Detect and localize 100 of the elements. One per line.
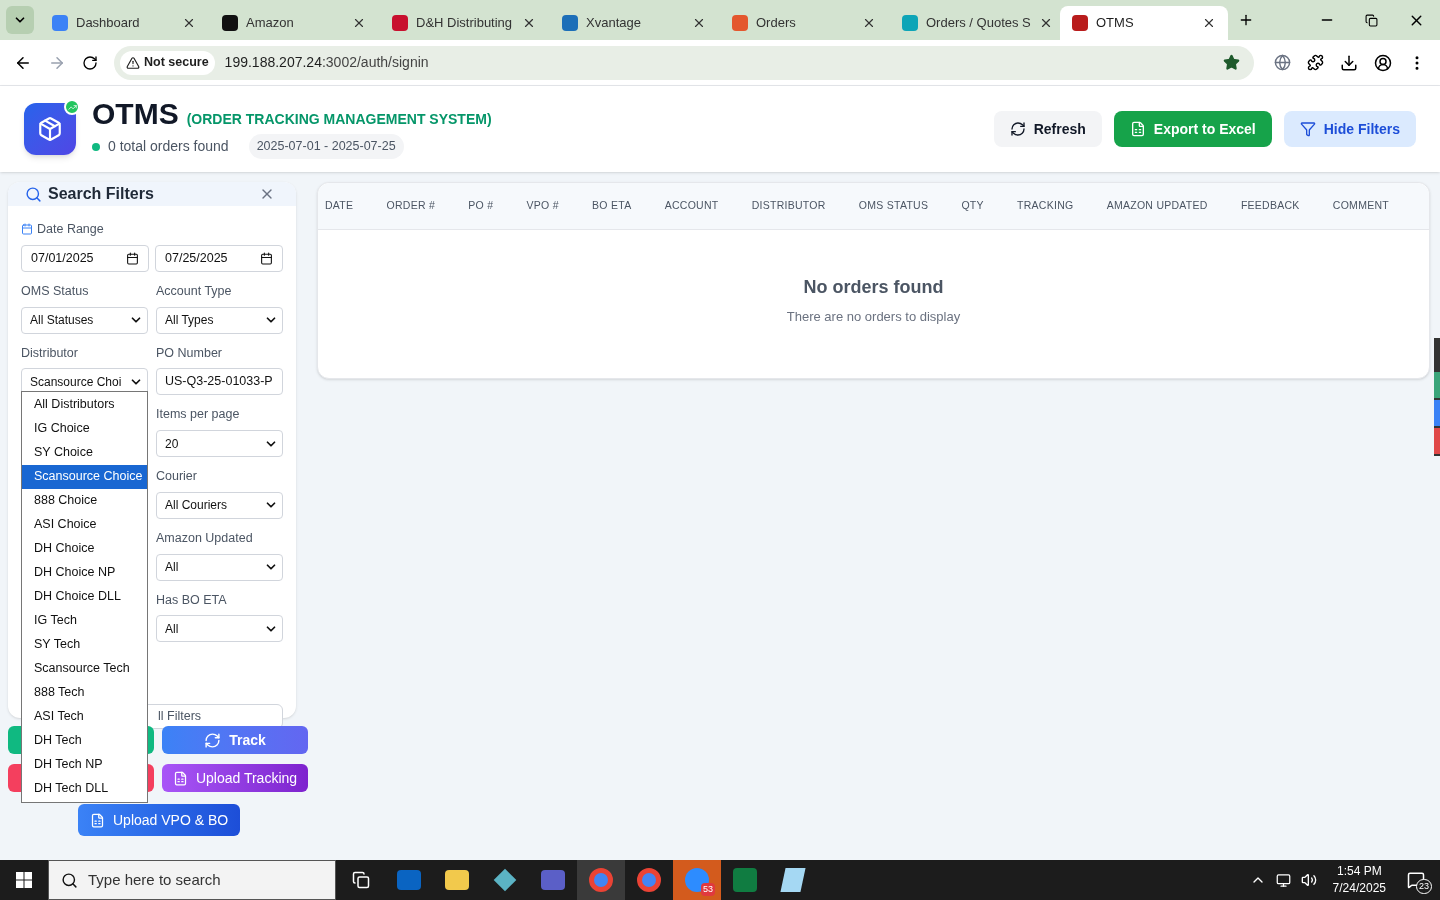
upload-tracking-button[interactable]: Upload Tracking [162, 764, 308, 792]
select-field[interactable]: All [156, 553, 283, 581]
column-header: AMAZON UPDATED [1106, 198, 1208, 214]
refresh-icon [204, 731, 222, 749]
empty-title: No orders found [803, 275, 944, 299]
security-chip[interactable]: Not secure [120, 50, 215, 75]
calendar-icon[interactable] [126, 251, 139, 265]
browser-tab[interactable]: OTMS [1060, 6, 1228, 40]
video-app-icon[interactable]: 53 [673, 860, 721, 900]
column-header: TRACKING [1017, 198, 1074, 214]
site-icon [52, 15, 68, 31]
warning-icon [126, 55, 140, 70]
close-icon[interactable] [692, 16, 706, 30]
tab-title: Orders [756, 14, 797, 33]
close-icon[interactable] [182, 16, 196, 30]
notifications-button[interactable]: 23 [1402, 866, 1430, 894]
column-header: OMS STATUS [858, 198, 929, 214]
site-icon [562, 15, 578, 31]
globe-icon[interactable] [1274, 54, 1291, 71]
field-label: Items per page [156, 406, 241, 424]
site-icon [902, 15, 918, 31]
dropdown-option[interactable]: 888 Choice [22, 488, 147, 513]
field-label: Amazon Updated [156, 529, 254, 547]
tab-title: OTMS [1096, 14, 1135, 33]
column-header: PO # [468, 198, 494, 214]
site-icon [222, 15, 238, 31]
dropdown-option[interactable]: DH Choice NP [22, 560, 147, 585]
dropdown-option[interactable]: DH Choice DLL [22, 584, 147, 609]
dropdown-option[interactable]: IG Tech [22, 608, 147, 633]
tab-title: Xvantage [586, 14, 642, 33]
reload-icon[interactable] [82, 54, 98, 71]
search-field[interactable]: Type here to search [48, 860, 336, 900]
restore-icon[interactable] [1365, 13, 1378, 27]
select-field[interactable]: All Types [156, 306, 283, 334]
field-label: Date Range [37, 221, 104, 238]
browser-app-icon[interactable] [577, 860, 625, 900]
url-text: 199.188.207.24:3002/auth/signin [224, 53, 430, 72]
dropdown-option[interactable]: DH Tech NP [22, 752, 147, 777]
select-field[interactable]: All [156, 615, 283, 643]
tab-title: Orders / Quotes S [926, 14, 1031, 33]
track-button[interactable]: Track [162, 726, 308, 754]
browser-tab[interactable]: Xvantage [550, 6, 718, 40]
column-header: DISTRIBUTOR [751, 198, 826, 214]
upload-vpo-button[interactable]: Upload VPO & BO [78, 804, 241, 836]
dropdown-option[interactable]: Scansource Choice [22, 464, 147, 489]
close-icon[interactable] [1202, 16, 1216, 30]
select-field[interactable]: All Statuses [21, 306, 148, 334]
column-header: VPO # [526, 198, 559, 214]
close-icon[interactable] [522, 16, 536, 30]
refresh-button[interactable]: Refresh [993, 111, 1102, 147]
toggle-filters-button[interactable]: Hide Filters [1283, 111, 1416, 147]
field-label: PO Number [156, 344, 223, 362]
tab-title: D&H Distributing [416, 14, 514, 33]
column-header: DATE [325, 198, 354, 214]
site-icon [732, 15, 748, 31]
calendar-icon[interactable] [260, 251, 273, 265]
address-bar[interactable]: Not secure 199.188.207.24:3002/auth/signin [114, 45, 1254, 80]
browser-tab[interactable]: Dashboard [40, 6, 208, 40]
speaker-icon[interactable] [1300, 872, 1317, 888]
new-tab-icon[interactable] [1238, 12, 1254, 28]
select-field[interactable]: All Couriers [156, 491, 283, 519]
date-field[interactable]: 07/25/2025 [155, 244, 283, 272]
dropdown-option[interactable]: Scansource Tech [22, 656, 147, 681]
field-label: Has BO ETA [156, 591, 228, 609]
refresh-icon [1009, 121, 1026, 137]
spreadsheet-icon [1129, 121, 1146, 137]
profile-icon[interactable] [1374, 53, 1392, 72]
dropdown-option[interactable]: SY Tech [22, 632, 147, 657]
browser-tab[interactable]: Amazon [210, 6, 378, 40]
dropdown-option[interactable]: 888 Tech [22, 680, 147, 705]
extensions-icon[interactable] [1307, 54, 1324, 71]
dropdown-option[interactable]: SY Choice [22, 440, 147, 465]
download-icon[interactable] [1340, 53, 1358, 72]
column-header: ACCOUNT [664, 198, 719, 214]
dropdown-option[interactable]: ASI Choice [22, 512, 147, 537]
tab-title: Amazon [246, 14, 295, 33]
close-icon[interactable] [862, 16, 876, 30]
close-icon[interactable] [352, 16, 366, 30]
dropdown-option[interactable]: ASI Tech [22, 704, 147, 729]
spreadsheet-icon [90, 812, 105, 828]
input-field[interactable]: US-Q3-25-01033-P [156, 368, 283, 396]
app-title: OTMS [92, 99, 179, 130]
dropdown-option[interactable]: DH Tech [22, 728, 147, 753]
site-icon [392, 15, 408, 31]
dropdown-option[interactable]: DH Tech DLL [22, 776, 147, 801]
date-field[interactable]: 07/01/2025 [21, 244, 149, 272]
select-field[interactable]: 20 [156, 430, 283, 457]
app-subtitle: (ORDER TRACKING MANAGEMENT SYSTEM) [186, 110, 492, 130]
search-icon [25, 185, 42, 203]
browser-tab[interactable]: Orders [720, 6, 888, 40]
browser-tab[interactable]: Orders / Quotes S [890, 6, 1058, 40]
dropdown-option[interactable]: DH Choice [22, 536, 147, 561]
bookmark-star-icon[interactable] [1223, 54, 1240, 71]
tab-title: Dashboard [76, 14, 141, 33]
browser-tab[interactable]: D&H Distributing [380, 6, 548, 40]
clock-date[interactable]: 7/24/2025 [1332, 880, 1386, 897]
order-count-text: 0 total orders found [108, 137, 229, 156]
tab-search-button[interactable] [6, 6, 34, 34]
clock-time[interactable]: 1:54 PM [1336, 863, 1382, 880]
dropdown-option[interactable]: IG Choice [22, 416, 147, 441]
